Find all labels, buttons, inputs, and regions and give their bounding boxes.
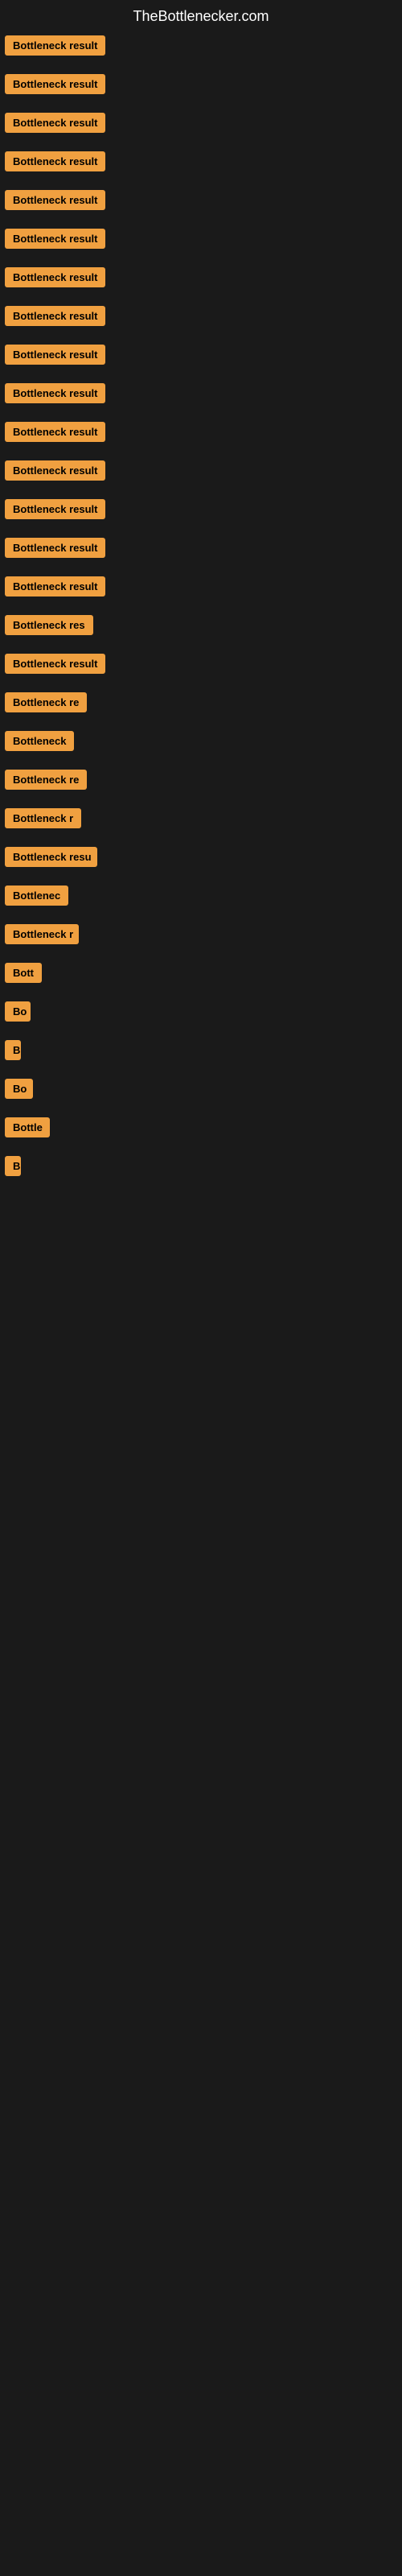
list-item: Bottleneck result xyxy=(2,113,402,137)
list-item: Bottleneck result xyxy=(2,267,402,291)
list-item: Bottlenec xyxy=(2,886,402,910)
bottleneck-badge[interactable]: Bottleneck result xyxy=(5,113,105,133)
list-item: Bottleneck result xyxy=(2,74,402,98)
list-item: Bottleneck result xyxy=(2,35,402,60)
bottleneck-badge[interactable]: Bott xyxy=(5,963,42,983)
bottleneck-badge[interactable]: Bottleneck result xyxy=(5,190,105,210)
list-item: Bott xyxy=(2,963,402,987)
bottleneck-badge[interactable]: Bottleneck result xyxy=(5,151,105,171)
bottleneck-badge[interactable]: Bottleneck res xyxy=(5,615,93,635)
list-item: Bottleneck re xyxy=(2,770,402,794)
list-item: Bo xyxy=(2,1079,402,1103)
list-item: Bottleneck result xyxy=(2,229,402,253)
bottleneck-badge[interactable]: Bottlenec xyxy=(5,886,68,906)
bottleneck-badge[interactable]: Bo xyxy=(5,1079,33,1099)
list-item: Bottleneck r xyxy=(2,924,402,948)
bottleneck-badge[interactable]: Bottleneck r xyxy=(5,924,79,944)
bottleneck-badge[interactable]: Bottleneck result xyxy=(5,576,105,597)
list-item: Bottleneck result xyxy=(2,422,402,446)
bottleneck-badge[interactable]: Bottleneck r xyxy=(5,808,81,828)
list-item: Bottleneck re xyxy=(2,692,402,716)
bottleneck-badge[interactable]: Bottle xyxy=(5,1117,50,1137)
items-container: Bottleneck result Bottleneck result Bottle… xyxy=(0,31,402,1180)
bottleneck-badge[interactable]: Bottleneck result xyxy=(5,654,105,674)
site-title: TheBottlenecker.com xyxy=(0,0,402,31)
list-item: Bottleneck resu xyxy=(2,847,402,871)
bottleneck-badge[interactable]: Bottleneck result xyxy=(5,345,105,365)
list-item: B xyxy=(2,1156,402,1180)
list-item: Bo xyxy=(2,1001,402,1026)
bottleneck-badge[interactable]: Bottleneck result xyxy=(5,422,105,442)
bottleneck-badge[interactable]: Bottleneck result xyxy=(5,460,105,481)
list-item: Bottleneck result xyxy=(2,460,402,485)
bottleneck-badge[interactable]: Bottleneck result xyxy=(5,229,105,249)
bottleneck-badge[interactable]: Bottleneck result xyxy=(5,538,105,558)
list-item: Bottleneck res xyxy=(2,615,402,639)
list-item: Bottleneck result xyxy=(2,538,402,562)
bottleneck-badge[interactable]: Bottleneck resu xyxy=(5,847,97,867)
bottleneck-badge[interactable]: B xyxy=(5,1156,21,1176)
list-item: Bottleneck xyxy=(2,731,402,755)
list-item: Bottle xyxy=(2,1117,402,1141)
list-item: Bottleneck result xyxy=(2,345,402,369)
bottleneck-badge[interactable]: Bottleneck result xyxy=(5,267,105,287)
bottleneck-badge[interactable]: Bottleneck result xyxy=(5,306,105,326)
list-item: Bottleneck result xyxy=(2,306,402,330)
bottleneck-badge[interactable]: Bottleneck result xyxy=(5,499,105,519)
bottleneck-badge[interactable]: Bottleneck re xyxy=(5,692,87,712)
bottleneck-badge[interactable]: Bottleneck xyxy=(5,731,74,751)
bottleneck-badge[interactable]: Bottleneck re xyxy=(5,770,87,790)
bottleneck-badge[interactable]: B xyxy=(5,1040,21,1060)
list-item: Bottleneck result xyxy=(2,576,402,601)
list-item: Bottleneck result xyxy=(2,151,402,175)
list-item: Bottleneck result xyxy=(2,383,402,407)
bottleneck-badge[interactable]: Bottleneck result xyxy=(5,74,105,94)
bottleneck-badge[interactable]: Bottleneck result xyxy=(5,383,105,403)
list-item: Bottleneck r xyxy=(2,808,402,832)
list-item: Bottleneck result xyxy=(2,654,402,678)
bottleneck-badge[interactable]: Bo xyxy=(5,1001,31,1022)
bottleneck-badge[interactable]: Bottleneck result xyxy=(5,35,105,56)
list-item: B xyxy=(2,1040,402,1064)
list-item: Bottleneck result xyxy=(2,499,402,523)
list-item: Bottleneck result xyxy=(2,190,402,214)
